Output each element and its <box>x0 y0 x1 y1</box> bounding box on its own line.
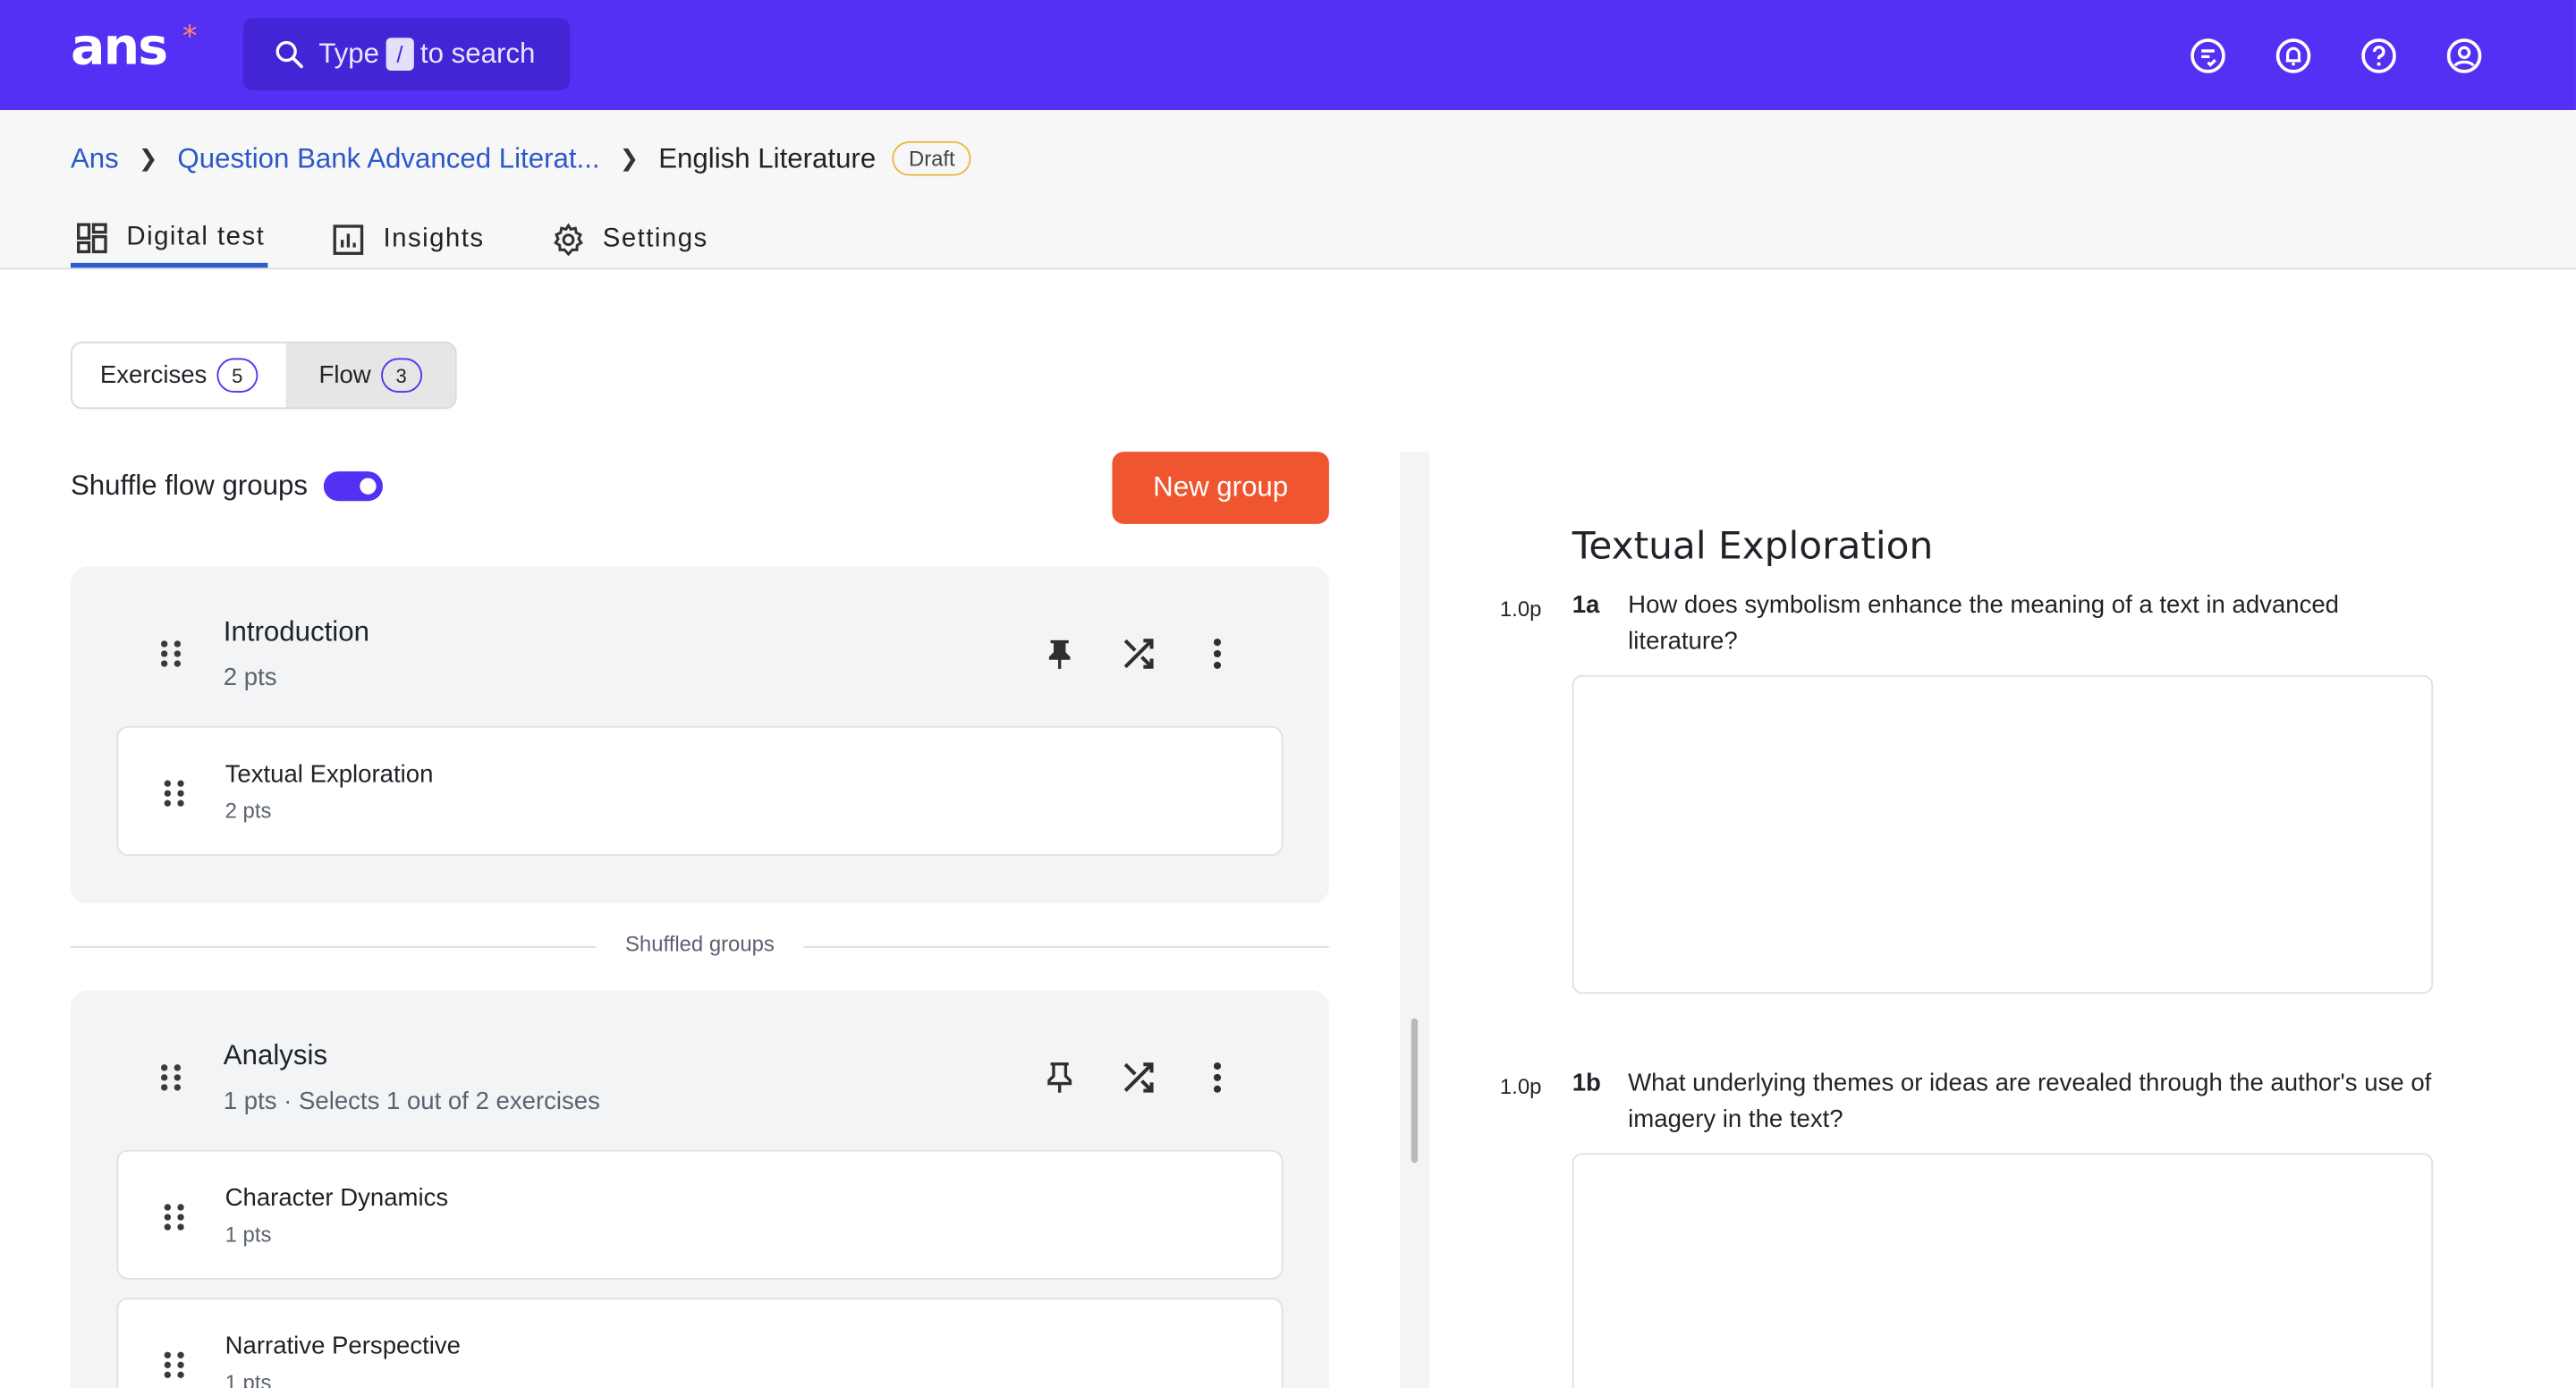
app-root: ans * Type / to search Ans ❯ Question Ban… <box>0 0 2576 1388</box>
question-points: 1.0p <box>1499 1074 1542 1099</box>
shuffle-row: Shuffle flow groups <box>70 470 384 503</box>
gear-icon <box>553 223 583 257</box>
pin-icon[interactable] <box>1038 632 1081 675</box>
tab-digital-test[interactable]: Digital test <box>70 212 268 268</box>
chevron-right-icon: ❯ <box>138 144 158 172</box>
tab-label: Settings <box>602 224 708 253</box>
tab-label: Insights <box>383 224 485 253</box>
divider-label: Shuffled groups <box>596 931 804 956</box>
account-icon[interactable] <box>2438 30 2491 82</box>
shuffle-icon[interactable] <box>1117 1056 1160 1099</box>
exercise-card[interactable]: Narrative Perspective 1 pts <box>116 1297 1284 1388</box>
more-options-icon[interactable] <box>1196 632 1239 675</box>
question-text: What underlying themes or ideas are reve… <box>1628 1069 2432 1134</box>
group-points: 1 pts · Selects 1 out of 2 exercises <box>223 1087 600 1116</box>
count-badge: 5 <box>216 358 258 393</box>
logo[interactable]: ans * <box>70 18 197 78</box>
top-icons <box>2182 30 2490 82</box>
top-bar: ans * Type / to search <box>0 0 2576 111</box>
count-badge: 3 <box>380 358 422 393</box>
tab-bar: Digital test Insights Settings <box>70 212 711 268</box>
search-shortcut-key: / <box>386 38 414 71</box>
segment-label: Flow <box>318 361 371 390</box>
shuffle-toggle[interactable] <box>324 471 384 502</box>
new-group-button[interactable]: New group <box>1112 452 1329 524</box>
shuffle-icon[interactable] <box>1117 632 1160 675</box>
exercise-title: Narrative Perspective <box>225 1332 461 1360</box>
segment-exercises[interactable]: Exercises 5 <box>72 343 286 408</box>
exercise-points: 1 pts <box>225 1369 272 1388</box>
question-number: 1a <box>1572 591 1600 620</box>
segment-flow[interactable]: Flow 3 <box>285 343 455 408</box>
logo-mark: * <box>182 20 198 55</box>
segment-label: Exercises <box>99 361 208 390</box>
group-title: Introduction <box>223 615 369 647</box>
exercise-title: Character Dynamics <box>225 1184 449 1213</box>
view-switcher: Exercises 5 Flow 3 <box>70 342 457 410</box>
exercise-card[interactable]: Textual Exploration 2 pts <box>116 725 1284 856</box>
dashboard-icon <box>77 222 107 253</box>
search-box[interactable]: Type / to search <box>242 18 571 91</box>
group-title: Analysis <box>223 1039 328 1071</box>
tab-label: Digital test <box>126 222 266 251</box>
chevron-right-icon: ❯ <box>619 144 640 172</box>
pin-icon[interactable] <box>1038 1056 1081 1099</box>
search-prefix: Type <box>318 38 380 70</box>
answer-field[interactable] <box>1572 674 2434 994</box>
sub-header: Ans ❯ Question Bank Advanced Literat... … <box>0 110 2576 270</box>
pane-splitter[interactable] <box>1399 452 1429 1388</box>
question-points: 1.0p <box>1499 596 1542 622</box>
group-points: 2 pts <box>223 664 277 692</box>
more-options-icon[interactable] <box>1196 1056 1239 1099</box>
exercise-title: Textual Exploration <box>225 760 434 789</box>
preview-title: Textual Exploration <box>1572 525 1934 569</box>
help-icon[interactable] <box>2352 30 2405 82</box>
drag-handle-icon[interactable] <box>164 780 184 807</box>
drag-handle-icon[interactable] <box>160 1064 182 1091</box>
search-icon <box>275 40 303 69</box>
exercise-points: 1 pts <box>225 1222 272 1248</box>
question-number: 1b <box>1572 1069 1601 1097</box>
drag-handle-icon[interactable] <box>164 1204 184 1231</box>
search-suffix: to search <box>419 38 536 70</box>
exercise-card[interactable]: Character Dynamics 1 pts <box>116 1149 1284 1280</box>
scrollbar-thumb[interactable] <box>1411 1018 1419 1164</box>
logo-text: ans <box>70 18 168 78</box>
breadcrumb: Ans ❯ Question Bank Advanced Literat... … <box>71 140 972 176</box>
tab-insights[interactable]: Insights <box>327 212 487 267</box>
status-badge: Draft <box>892 140 972 176</box>
group-actions <box>1038 632 1239 675</box>
chart-icon <box>334 224 364 255</box>
breadcrumb-root[interactable]: Ans <box>71 142 119 175</box>
drag-handle-icon[interactable] <box>160 640 182 667</box>
group-actions <box>1038 1056 1239 1099</box>
exercise-points: 2 pts <box>225 798 272 824</box>
drag-handle-icon[interactable] <box>164 1351 184 1378</box>
breadcrumb-current: English Literature <box>658 141 877 174</box>
flow-group: Introduction 2 pts Textual Exploration 2… <box>70 566 1329 904</box>
flow-group: Analysis 1 pts · Selects 1 out of 2 exer… <box>70 990 1329 1388</box>
breadcrumb-parent[interactable]: Question Bank Advanced Literat... <box>177 142 599 175</box>
bell-icon[interactable] <box>2267 30 2320 82</box>
question-text: How does symbolism enhance the meaning o… <box>1628 591 2340 656</box>
tasks-icon[interactable] <box>2182 30 2234 82</box>
tab-settings[interactable]: Settings <box>547 212 711 267</box>
shuffle-label: Shuffle flow groups <box>70 470 308 502</box>
answer-field[interactable] <box>1572 1153 2434 1388</box>
